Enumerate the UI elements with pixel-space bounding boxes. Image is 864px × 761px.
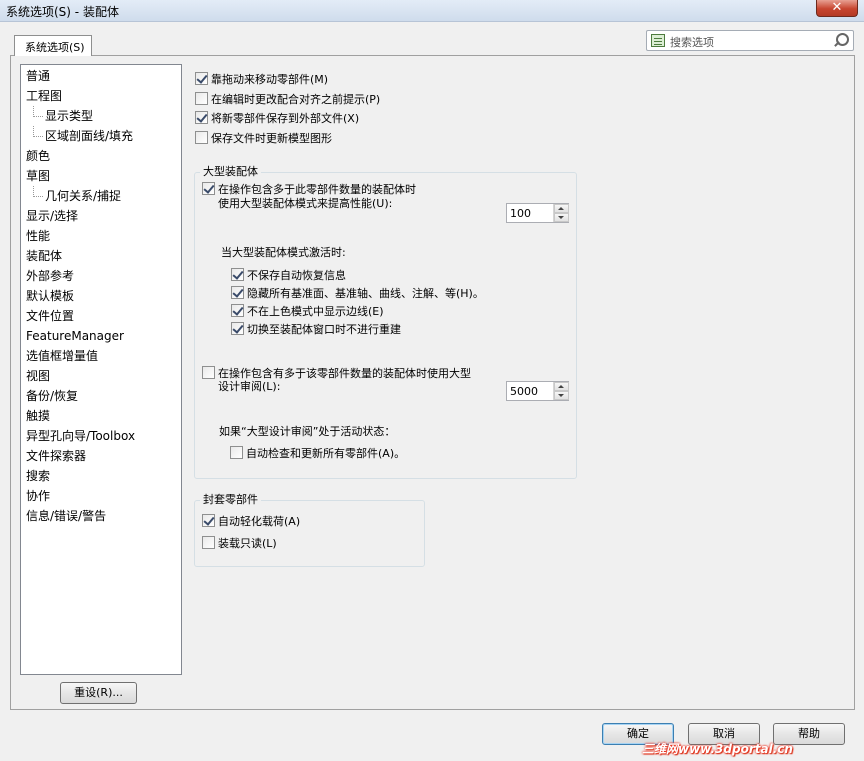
options-list-icon [651, 34, 665, 47]
no-edges-checkbox[interactable] [231, 304, 244, 317]
tree-item[interactable]: 触摸 [21, 406, 181, 426]
hide-planes-checkbox[interactable] [231, 286, 244, 299]
option-auto-lightweight[interactable]: 自动轻化载荷(A) [202, 514, 300, 530]
tree-item[interactable]: 搜索 [21, 466, 181, 486]
prompt-mate-checkbox[interactable] [195, 92, 208, 105]
search-placeholder: 搜索选项 [670, 36, 714, 49]
prompt-mate-label: 在编辑时更改配合对齐之前提示(P) [211, 93, 381, 106]
close-icon: ✕ [831, 0, 843, 15]
sub-option-no-edges[interactable]: 不在上色模式中显示边线(E) [231, 304, 384, 320]
design-review-checkbox[interactable] [202, 366, 215, 379]
design-review-label-2: 设计审阅(L): [218, 380, 281, 393]
tree-item[interactable]: 选值框增量值 [21, 346, 181, 366]
no-rebuild-checkbox[interactable] [231, 322, 244, 335]
sub-option-no-autorecover[interactable]: 不保存自动恢复信息 [231, 268, 346, 284]
tree-item[interactable]: 文件位置 [21, 306, 181, 326]
tree-item[interactable]: 显示类型 [21, 106, 181, 126]
update-graphics-label: 保存文件时更新模型图形 [211, 132, 332, 145]
if-active-label: 如果“大型设计审阅”处于活动状态： [219, 425, 396, 438]
when-active-label: 当大型装配体模式激活时: [221, 246, 346, 259]
option-save-external[interactable]: 将新零部件保存到外部文件(X) [195, 111, 359, 127]
sub-option-hide-planes[interactable]: 隐藏所有基准面、基准轴、曲线、注解、等(H)。 [231, 286, 484, 302]
envelope-group [194, 500, 425, 567]
save-external-label: 将新零部件保存到外部文件(X) [211, 112, 360, 125]
title-bar: 系统选项(S) - 装配体 ✕ [0, 0, 864, 22]
tree-item[interactable]: 草图 [21, 166, 181, 186]
tree-item[interactable]: 协作 [21, 486, 181, 506]
spin-down-icon[interactable] [554, 213, 569, 222]
category-tree[interactable]: 普通 工程图 显示类型 区域剖面线/填充 颜色 草图 几何关系/捕捉 显示/选择 性能 装配体 外部… [20, 64, 182, 675]
tree-item[interactable]: 几何关系/捕捉 [21, 186, 181, 206]
spinner-arrows [553, 382, 569, 400]
update-graphics-checkbox[interactable] [195, 131, 208, 144]
tab-system-options[interactable]: 系统选项(S) [14, 35, 92, 56]
auto-lightweight-checkbox[interactable] [202, 514, 215, 527]
design-review-label-1: 在操作包含有多于该零部件数量的装配体时使用大型 [218, 367, 471, 380]
option-update-graphics[interactable]: 保存文件时更新模型图形 [195, 131, 332, 147]
tree-item[interactable]: 备份/恢复 [21, 386, 181, 406]
tree-item[interactable]: 颜色 [21, 146, 181, 166]
large-assembly-threshold-spinner[interactable]: 100 [506, 203, 569, 223]
no-autorecover-checkbox[interactable] [231, 268, 244, 281]
load-readonly-label: 装载只读(L) [218, 537, 277, 550]
search-input[interactable]: 搜索选项 [646, 30, 854, 51]
tree-item[interactable]: 默认模板 [21, 286, 181, 306]
tree-item[interactable]: 显示/选择 [21, 206, 181, 226]
design-review-threshold-value: 5000 [510, 385, 538, 398]
large-assembly-mode-checkbox[interactable] [202, 182, 215, 195]
watermark-text: 三维网www.3dportal.cn [642, 742, 793, 756]
tree-item[interactable]: 区域剖面线/填充 [21, 126, 181, 146]
no-autorecover-label: 不保存自动恢复信息 [247, 269, 346, 282]
load-readonly-checkbox[interactable] [202, 536, 215, 549]
tree-item[interactable]: 信息/错误/警告 [21, 506, 181, 526]
option-prompt-mate[interactable]: 在编辑时更改配合对齐之前提示(P) [195, 92, 380, 108]
tree-item[interactable]: 异型孔向导/Toolbox [21, 426, 181, 446]
large-assembly-mode-label-1: 在操作包含多于此零部件数量的装配体时 [218, 183, 416, 196]
tree-item[interactable]: 装配体 [21, 246, 181, 266]
spin-up-icon[interactable] [554, 204, 569, 213]
tree-item[interactable]: FeatureManager [21, 326, 181, 346]
option-auto-check[interactable]: 自动检查和更新所有零部件(A)。 [230, 446, 405, 462]
option-load-readonly[interactable]: 装载只读(L) [202, 536, 277, 552]
tree-item[interactable]: 普通 [21, 66, 181, 86]
tree-item[interactable]: 工程图 [21, 86, 181, 106]
large-assembly-title: 大型装配体 [200, 166, 261, 178]
tree-item[interactable]: 视图 [21, 366, 181, 386]
save-external-checkbox[interactable] [195, 111, 208, 124]
large-assembly-mode-label-2: 使用大型装配体模式来提高性能(U): [218, 197, 393, 210]
tree-item[interactable]: 外部参考 [21, 266, 181, 286]
tree-item[interactable]: 文件探索器 [21, 446, 181, 466]
spin-up-icon[interactable] [554, 382, 569, 391]
auto-check-label: 自动检查和更新所有零部件(A)。 [246, 447, 406, 460]
close-button[interactable]: ✕ [816, 0, 858, 17]
design-review-threshold-spinner[interactable]: 5000 [506, 381, 569, 401]
hide-planes-label: 隐藏所有基准面、基准轴、曲线、注解、等(H)。 [247, 287, 484, 300]
drag-move-checkbox[interactable] [195, 72, 208, 85]
window-title: 系统选项(S) - 装配体 [6, 5, 119, 19]
auto-check-checkbox[interactable] [230, 446, 243, 459]
drag-move-label: 靠拖动来移动零部件(M) [211, 73, 329, 86]
option-large-assembly-mode[interactable]: 在操作包含多于此零部件数量的装配体时 [202, 182, 416, 198]
spinner-arrows [553, 204, 569, 222]
envelope-title: 封套零部件 [200, 494, 261, 506]
reset-button[interactable]: 重设(R)... [60, 682, 137, 704]
spin-down-icon[interactable] [554, 391, 569, 400]
search-icon[interactable] [832, 32, 849, 49]
option-drag-move[interactable]: 靠拖动来移动零部件(M) [195, 72, 328, 88]
auto-lightweight-label: 自动轻化载荷(A) [218, 515, 301, 528]
no-rebuild-label: 切换至装配体窗口时不进行重建 [247, 323, 401, 336]
large-assembly-threshold-value: 100 [510, 207, 531, 220]
sub-option-no-rebuild[interactable]: 切换至装配体窗口时不进行重建 [231, 322, 401, 338]
tree-item[interactable]: 性能 [21, 226, 181, 246]
no-edges-label: 不在上色模式中显示边线(E) [247, 305, 384, 318]
